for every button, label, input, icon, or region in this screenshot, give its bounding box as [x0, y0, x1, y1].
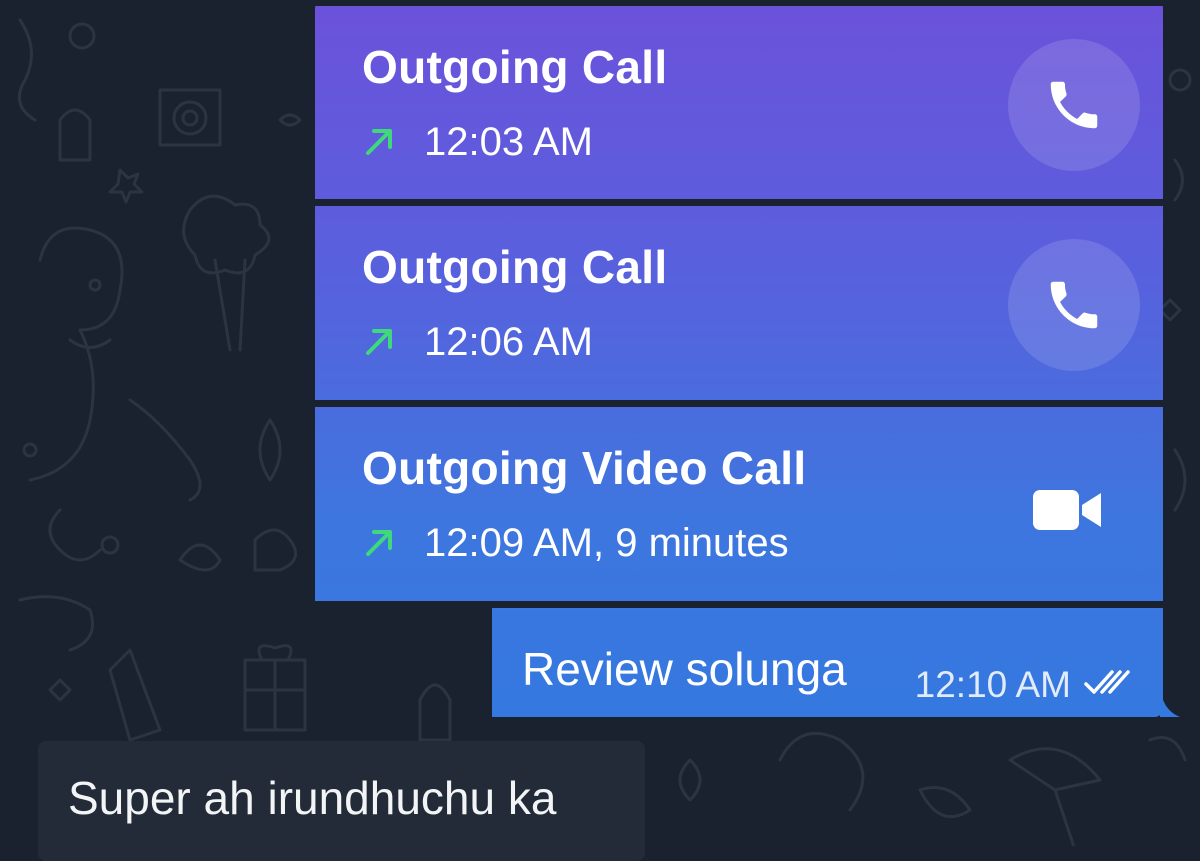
video-camera-icon[interactable] [1033, 490, 1101, 530]
outgoing-call-bubble[interactable]: Outgoing Call 12:03 AM [315, 6, 1163, 199]
message-time: 12:10 AM [914, 664, 1071, 705]
outgoing-arrow-icon [366, 328, 392, 355]
outgoing-call-bubble[interactable]: Outgoing Call 12:06 AM [315, 206, 1163, 400]
phone-icon [1050, 81, 1098, 129]
outgoing-arrow-icon [366, 529, 392, 556]
message-text: Super ah irundhuchu ka [68, 772, 557, 824]
phone-icon [1050, 281, 1098, 329]
call-time: 12:06 AM [424, 320, 594, 364]
call-meta: 12:09 AM, 9 minutes [362, 521, 789, 566]
incoming-text-bubble[interactable]: Super ah irundhuchu ka [38, 741, 645, 861]
call-meta: 12:06 AM [362, 320, 593, 365]
message-text: Review solunga [522, 643, 847, 695]
call-title: Outgoing Video Call [362, 442, 807, 494]
call-back-button[interactable] [1008, 39, 1140, 171]
call-title: Outgoing Call [362, 241, 668, 293]
bubble-tail [1160, 686, 1180, 717]
call-title: Outgoing Call [362, 41, 668, 93]
call-time: 12:03 AM [424, 120, 594, 164]
outgoing-video-call-bubble[interactable]: Outgoing Video Call 12:09 AM, 9 minutes [315, 407, 1163, 601]
call-back-button[interactable] [1008, 239, 1140, 371]
outgoing-text-bubble[interactable]: Review solunga 12:10 AM [492, 608, 1163, 717]
double-check-icon [1084, 670, 1130, 694]
call-time: 12:09 AM, 9 minutes [424, 521, 789, 565]
call-meta: 12:03 AM [362, 120, 593, 165]
outgoing-arrow-icon [366, 128, 392, 155]
